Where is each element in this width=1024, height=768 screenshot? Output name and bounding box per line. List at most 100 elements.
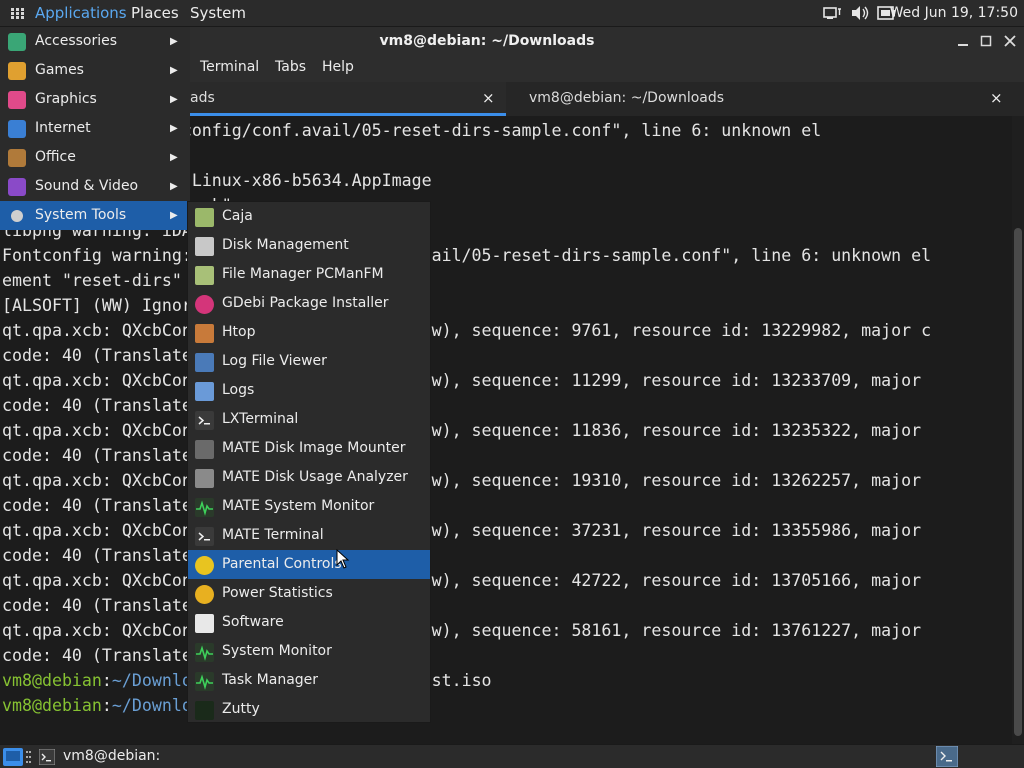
terminal-text: code: 40 (Translate( (2, 346, 202, 365)
terminal-line: qt.qpa.xcb: QXcbCon adWindow), sequence:… (2, 318, 931, 343)
tab-2[interactable]: vm8@debian: ~/Downloads × (506, 82, 1024, 116)
chevron-right-icon: ▶ (170, 181, 178, 192)
tab-1-label: ads (190, 90, 215, 106)
menu-item-log-file-viewer[interactable]: Log File Viewer (188, 347, 430, 376)
menu-category-office[interactable]: Office ▶ (0, 143, 190, 172)
menu-item-label: MATE Terminal (222, 527, 324, 543)
menu-category-label: Internet (35, 120, 91, 136)
close-icon (1004, 35, 1016, 47)
terminal-text: code: 40 (Translate (2, 396, 192, 415)
terminal-line: qt.qpa.xcb: QXcbCon adWindow), sequence:… (2, 468, 921, 493)
menu-category-system-tools[interactable]: System Tools ▶ (0, 201, 190, 230)
disk-management-icon (195, 237, 214, 256)
menu-item-gdebi-package-installer[interactable]: GDebi Package Installer (188, 289, 430, 318)
terminal-text: : (101, 696, 112, 715)
office-icon (8, 149, 26, 167)
system-tools-icon (11, 210, 23, 222)
menu-item-file-manager-pcmanfm[interactable]: File Manager PCManFM (188, 260, 430, 289)
menu-item-label: Parental Controls (222, 556, 342, 572)
logs-icon (195, 382, 214, 401)
close-button[interactable] (1001, 32, 1019, 50)
accessories-icon (8, 33, 26, 51)
menu-item-label: GDebi Package Installer (222, 295, 389, 311)
menu-item-task-manager[interactable]: Task Manager (188, 666, 430, 695)
menu-item-mate-terminal[interactable]: MATE Terminal (188, 521, 430, 550)
menu-item-logs[interactable]: Logs (188, 376, 430, 405)
terminal-text: ~/Downlo (111, 696, 192, 715)
menu-item-parental-controls[interactable]: Parental Controls (188, 550, 430, 579)
terminal-text: ~/Downlo (111, 671, 192, 690)
menu-item-system-monitor[interactable]: System Monitor (188, 637, 430, 666)
volume-icon[interactable] (850, 5, 870, 21)
terminal-line: code: 40 (Translate (2, 443, 192, 468)
system-menu[interactable]: System (190, 0, 246, 27)
menu-item-caja[interactable]: Caja (188, 202, 430, 231)
tab-1-close-icon[interactable]: × (482, 82, 495, 114)
scrollbar-thumb[interactable] (1014, 228, 1022, 736)
menu-item-lxterminal[interactable]: LXTerminal (188, 405, 430, 434)
workspace-switcher-icon[interactable] (936, 746, 958, 767)
menu-item-power-statistics[interactable]: Power Statistics (188, 579, 430, 608)
tab-2-label: vm8@debian: ~/Downloads (529, 90, 725, 106)
menu-item-label: Power Statistics (222, 585, 333, 601)
tab-1[interactable]: ads × (190, 82, 506, 116)
menu-item-label: File Manager PCManFM (222, 266, 384, 282)
menu-item-zutty[interactable]: Zutty (188, 695, 430, 724)
terminal-text: qt.qpa.xcb: QXcbCon adWindow), sequence:… (2, 521, 922, 540)
terminal-line: qt.qpa.xcb: QXcbCon adWindow), sequence:… (2, 568, 921, 593)
menu-item-label: Disk Management (222, 237, 349, 253)
menu-item-htop[interactable]: Htop (188, 318, 430, 347)
network-icon[interactable] (822, 5, 842, 21)
menu-item-software[interactable]: Software (188, 608, 430, 637)
chevron-right-icon: ▶ (170, 123, 178, 134)
show-desktop-icon[interactable] (3, 748, 23, 766)
zutty-icon (195, 701, 214, 720)
applications-dropdown: Accessories ▶ Games ▶ Graphics ▶ Internet ▶ Offi… (0, 27, 190, 230)
menu-tabs[interactable]: Tabs (275, 55, 306, 80)
menu-category-sound-video[interactable]: Sound & Video ▶ (0, 172, 190, 201)
menu-category-internet[interactable]: Internet ▶ (0, 114, 190, 143)
menu-category-graphics[interactable]: Graphics ▶ (0, 85, 190, 114)
terminal-text: qt.qpa.xcb: QXcbCon adWindow), sequence:… (2, 371, 922, 390)
menu-category-label: Accessories (35, 33, 118, 49)
terminal-line: code: 40 (Translate (2, 493, 192, 518)
minimize-button[interactable] (954, 32, 972, 50)
maximize-button[interactable] (977, 32, 995, 50)
menu-item-mate-disk-usage-analyzer[interactable]: MATE Disk Usage Analyzer (188, 463, 430, 492)
terminal-text: qt.qpa.xcb: QXcbCon adWindow), sequence:… (2, 571, 922, 590)
file-manager-icon (195, 266, 214, 285)
tab-bar: ads × vm8@debian: ~/Downloads × (190, 82, 1024, 116)
menu-category-label: Games (35, 62, 84, 78)
mate-terminal-icon (195, 527, 214, 546)
applications-menu[interactable]: Applications (35, 0, 127, 27)
chevron-right-icon: ▶ (170, 36, 178, 47)
taskbar-terminal-label: vm8@debian: ~/Dow... (63, 748, 161, 764)
parental-controls-icon (195, 556, 214, 575)
menu-category-accessories[interactable]: Accessories ▶ (0, 27, 190, 56)
menu-item-label: Task Manager (222, 672, 319, 688)
clock[interactable]: Wed Jun 19, 17:50 (890, 0, 1018, 27)
system-monitor2-icon (195, 643, 214, 662)
menu-category-label: Office (35, 149, 76, 165)
chevron-right-icon: ▶ (170, 152, 178, 163)
menu-terminal[interactable]: Terminal (200, 55, 259, 80)
menu-item-mate-disk-image-mounter[interactable]: MATE Disk Image Mounter (188, 434, 430, 463)
menu-item-label: Htop (222, 324, 256, 340)
window-titlebar[interactable]: vm8@debian: ~/Downloads (190, 27, 1024, 55)
menu-category-label: System Tools (35, 207, 127, 223)
disk-usage-icon (195, 469, 214, 488)
terminal-menubar: Terminal Tabs Help (190, 55, 1024, 82)
mouse-cursor-icon (336, 549, 350, 569)
menu-item-label: MATE Disk Image Mounter (222, 440, 406, 456)
places-menu[interactable]: Places (131, 0, 179, 27)
terminal-scrollbar[interactable] (1012, 116, 1024, 744)
terminal-line: code: 40 (Translate (2, 593, 192, 618)
menu-help[interactable]: Help (322, 55, 354, 80)
apps-grid-icon[interactable] (11, 8, 25, 20)
menu-item-mate-system-monitor[interactable]: MATE System Monitor (188, 492, 430, 521)
taskbar-terminal-item[interactable]: vm8@debian: ~/Dow... (39, 745, 219, 768)
tab-2-close-icon[interactable]: × (990, 82, 1003, 114)
menu-item-disk-management[interactable]: Disk Management (188, 231, 430, 260)
menu-category-games[interactable]: Games ▶ (0, 56, 190, 85)
chevron-right-icon: ▶ (170, 65, 178, 76)
